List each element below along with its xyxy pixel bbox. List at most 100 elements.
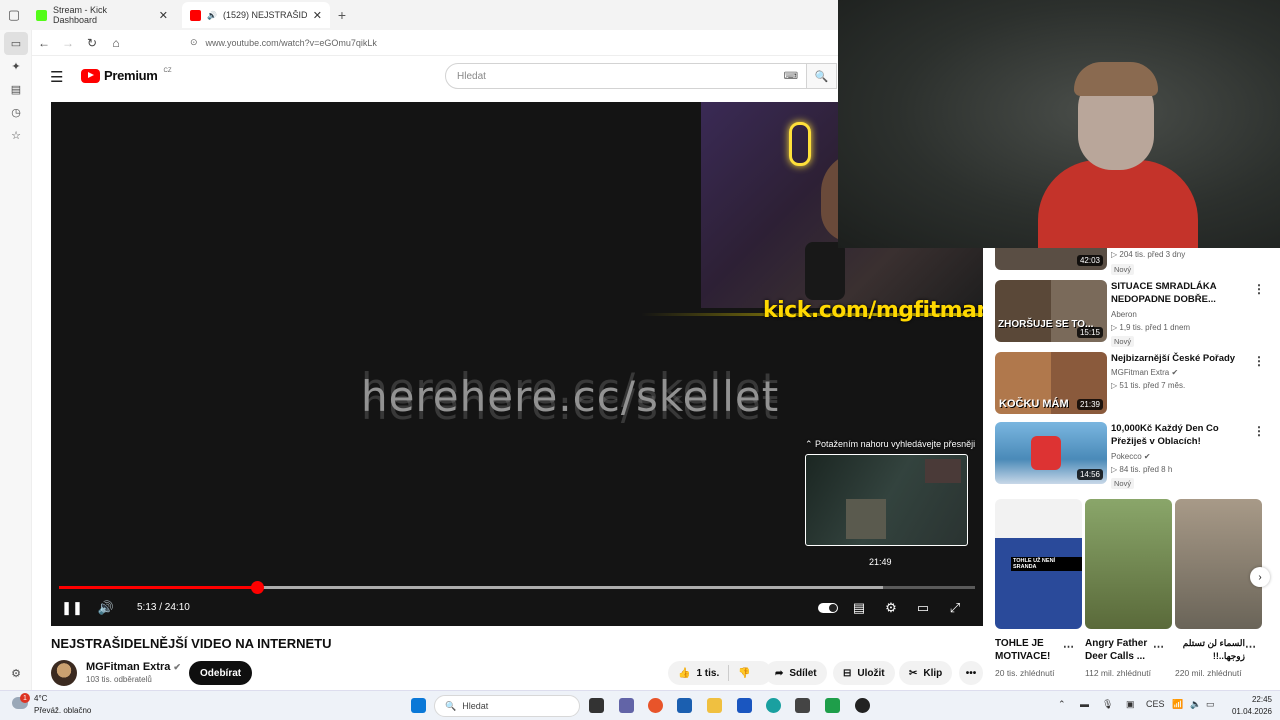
channel-name[interactable]: MGFitman Extra ✔ <box>86 661 181 673</box>
shorts-next-button[interactable]: › <box>1250 567 1270 587</box>
more-options-icon[interactable]: ⋯ <box>1063 640 1074 653</box>
menu-icon[interactable]: ☰ <box>50 68 63 86</box>
tray-chevron-icon[interactable]: ⌃ <box>1058 699 1066 710</box>
volume-icon[interactable]: 🔈 <box>1190 699 1201 710</box>
forward-icon[interactable]: → <box>56 36 80 50</box>
dislike-icon[interactable]: 👎 <box>738 668 750 679</box>
video-thumbnail[interactable]: ZHORŠUJE SE TO... 15:15 <box>995 280 1107 342</box>
edge-icon[interactable] <box>766 698 781 713</box>
store-icon[interactable] <box>677 698 692 713</box>
pause-button[interactable]: ❚❚ <box>61 599 83 617</box>
home-icon[interactable]: ⌂ <box>104 36 128 50</box>
new-badge: Nový <box>1111 264 1135 275</box>
tab-actions-icon[interactable]: ▢ <box>0 0 28 30</box>
subscribe-button[interactable]: Odebírat <box>189 661 253 685</box>
youtube-logo[interactable]: Premium CZ <box>81 68 172 83</box>
video-title[interactable]: Nejbizarnější České Pořady <box>1111 352 1251 365</box>
scrubber-knob[interactable] <box>250 581 264 594</box>
site-info-icon[interactable]: ⊙ <box>190 37 198 48</box>
app-icon[interactable] <box>795 698 810 713</box>
battery-icon[interactable]: ▭ <box>1206 699 1215 710</box>
tray-app-icon[interactable]: ▣ <box>1126 699 1135 710</box>
visual-studio-icon[interactable] <box>737 698 752 713</box>
save-button[interactable]: ⊟ Uložit <box>833 661 895 685</box>
channel-name[interactable]: Aberon <box>1111 310 1137 319</box>
person-shirt <box>1038 160 1198 248</box>
tab-kick-dashboard[interactable]: Stream - Kick Dashboard ✕ <box>28 2 176 28</box>
search-input[interactable]: Hledat ⌨ <box>445 63 807 89</box>
back-icon[interactable]: ← <box>32 36 56 50</box>
progress-bar[interactable] <box>59 581 975 594</box>
more-options-icon[interactable]: ⋯ <box>1245 640 1256 653</box>
theater-mode-button[interactable]: ▭ <box>914 599 932 617</box>
language-indicator[interactable]: CES <box>1146 699 1165 709</box>
favorites-icon[interactable]: ☆ <box>0 124 32 147</box>
like-count[interactable]: 1 tis. <box>696 668 719 679</box>
short-title[interactable]: السماء لن تستلم زوجها..!! <box>1175 637 1245 663</box>
wifi-icon[interactable]: 📶 <box>1172 699 1183 710</box>
preview-shape <box>925 459 961 483</box>
keyboard-icon[interactable]: ⌨ <box>784 71 798 82</box>
subtitles-icon: ▤ <box>852 600 866 615</box>
tray-app-icon[interactable]: ▬ <box>1080 699 1089 709</box>
task-view-icon[interactable] <box>589 698 604 713</box>
autoplay-toggle[interactable] <box>817 599 839 617</box>
collections-icon[interactable]: ▤ <box>0 78 32 101</box>
subtitles-button[interactable]: ▤ <box>850 599 868 617</box>
more-actions-button[interactable]: ••• <box>959 661 983 685</box>
microphone-icon[interactable]: 🎙 <box>1102 699 1113 710</box>
chevron-right-icon: › <box>1258 571 1262 583</box>
video-thumbnail[interactable]: KOČKU MÁM 21:39 <box>995 352 1107 414</box>
share-button[interactable]: ➦ Sdílet <box>765 661 827 685</box>
video-title[interactable]: 10,000Kč Každý Den Co Přežiješ v Oblacíc… <box>1111 422 1251 448</box>
taskbar-search-placeholder: Hledat <box>462 701 489 711</box>
history-icon[interactable]: ◷ <box>0 101 32 124</box>
tab-youtube[interactable]: 🔊 (1529) NEJSTRAŠIDELNĚJŠÍ ✕ <box>182 2 330 28</box>
channel-avatar[interactable] <box>51 660 77 686</box>
close-tab-icon[interactable]: ✕ <box>313 9 322 22</box>
firefox-icon[interactable] <box>648 698 663 713</box>
more-options-icon[interactable]: ⋮ <box>1253 282 1265 296</box>
like-icon[interactable]: 👍 <box>678 668 690 679</box>
short-thumbnail[interactable] <box>1085 499 1172 629</box>
reload-icon[interactable]: ↻ <box>80 36 104 50</box>
video-meta: ▷ 204 tis. před 3 dny <box>1111 250 1186 259</box>
recommended-video[interactable]: ZHORŠUJE SE TO... 15:15 SITUACE SMRADLÁK… <box>995 280 1265 347</box>
system-clock[interactable]: 22:45 01.04.2026 <box>1222 694 1272 718</box>
theater-icon: ▭ <box>916 600 930 615</box>
short-thumbnail[interactable]: TOHLE UŽ NENÍ SRANDA <box>995 499 1082 629</box>
volume-button[interactable]: 🔊 <box>97 599 115 617</box>
channel-name[interactable]: Pokecco ✔ <box>1111 452 1151 461</box>
short-thumbnail[interactable] <box>1175 499 1262 629</box>
taskbar-search[interactable]: 🔍 Hledat <box>434 695 580 717</box>
tab-switch-icon[interactable]: ▭ <box>4 32 28 55</box>
close-tab-icon[interactable]: ✕ <box>159 9 168 22</box>
teams-icon[interactable] <box>619 698 634 713</box>
settings-button[interactable]: ⚙ <box>882 599 900 617</box>
windows-start-icon[interactable] <box>411 698 426 713</box>
channel-name[interactable]: MGFitman Extra ✔ <box>1111 368 1178 377</box>
new-tab-button[interactable]: + <box>330 7 354 23</box>
fullscreen-button[interactable]: ⤢ <box>946 599 964 617</box>
clip-button[interactable]: ✂ Klip <box>899 661 953 685</box>
more-options-icon[interactable]: ⋮ <box>1253 424 1265 438</box>
url-field[interactable]: ⊙ www.youtube.com/watch?v=eGOmu7qikLk <box>190 37 377 48</box>
recommended-video[interactable]: 14:56 10,000Kč Každý Den Co Přežiješ v O… <box>995 422 1265 489</box>
search-button[interactable]: 🔍 <box>807 63 837 89</box>
video-title[interactable]: SITUACE SMRADLÁKA NEDOPADNE DOBŘE... <box>1111 280 1251 306</box>
video-thumbnail[interactable]: 42:03 <box>995 248 1107 270</box>
obs-icon[interactable] <box>855 698 870 713</box>
video-thumbnail[interactable]: 14:56 <box>995 422 1107 484</box>
more-options-icon[interactable]: ⋮ <box>1253 354 1265 368</box>
preview-time: 21:49 <box>869 557 892 567</box>
more-options-icon[interactable]: ⋯ <box>1153 640 1164 653</box>
recommended-video[interactable]: 42:03 ▷ 204 tis. před 3 dny Nový <box>995 248 1265 275</box>
youtube-favicon-icon <box>190 9 201 21</box>
excel-icon[interactable] <box>825 698 840 713</box>
copilot-icon[interactable]: ✦ <box>0 55 32 78</box>
recommended-video[interactable]: KOČKU MÁM 21:39 Nejbizarnější České Pořa… <box>995 352 1265 414</box>
youtube-header: ☰ Premium CZ Hledat ⌨ 🔍 <box>32 56 838 96</box>
clip-label: Klip <box>923 667 943 679</box>
file-explorer-icon[interactable] <box>707 698 722 713</box>
settings-icon[interactable]: ⚙ <box>0 662 32 685</box>
